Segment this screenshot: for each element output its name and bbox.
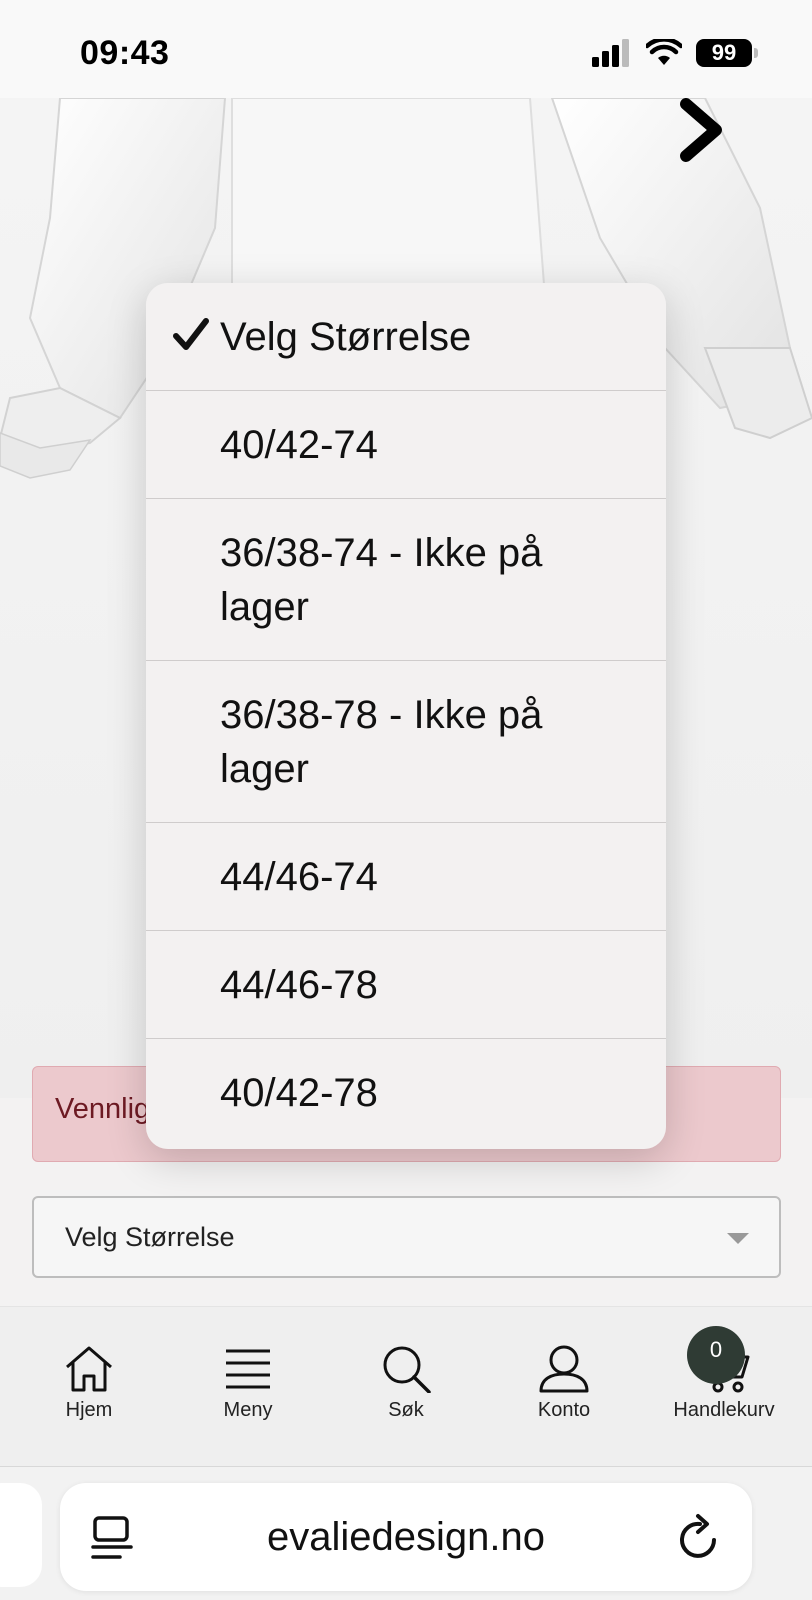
nav-label-cart: Handlekurv bbox=[673, 1399, 775, 1421]
nav-label-menu: Meny bbox=[223, 1399, 273, 1421]
dropdown-option-label: 36/38-78 - Ikke på lager bbox=[220, 693, 543, 791]
status-time: 09:43 bbox=[80, 34, 170, 72]
nav-label-home: Hjem bbox=[65, 1399, 113, 1421]
size-select-value: Velg Størrelse bbox=[65, 1222, 235, 1252]
url-bar[interactable]: evaliedesign.no bbox=[60, 1483, 752, 1591]
size-dropdown-menu: Velg Størrelse 40/42-74 36/38-74 - Ikke … bbox=[146, 283, 666, 1149]
dropdown-option-label: 36/38-74 - Ikke på lager bbox=[220, 531, 543, 629]
menu-icon bbox=[226, 1349, 270, 1389]
dropdown-option-label: 40/42-74 bbox=[220, 423, 378, 467]
nav-item-menu[interactable]: Meny bbox=[178, 1345, 318, 1422]
chevron-down-icon bbox=[727, 1233, 749, 1244]
wifi-icon bbox=[646, 39, 682, 65]
chevron-right-icon[interactable] bbox=[672, 98, 732, 168]
user-icon bbox=[539, 1345, 589, 1393]
nav-item-account[interactable]: Konto bbox=[494, 1345, 634, 1422]
nav-label-search: Søk bbox=[388, 1399, 424, 1421]
dropdown-option-36-38-78[interactable]: 36/38-78 - Ikke på lager bbox=[146, 661, 666, 823]
nav-label-account: Konto bbox=[537, 1399, 591, 1421]
previous-tab-preview[interactable] bbox=[0, 1483, 42, 1587]
dropdown-option-velg[interactable]: Velg Størrelse bbox=[146, 283, 666, 391]
size-select[interactable]: Velg Størrelse bbox=[32, 1196, 781, 1278]
browser-bar: evaliedesign.no bbox=[0, 1466, 812, 1600]
url-text[interactable]: evaliedesign.no bbox=[60, 1515, 752, 1560]
dropdown-option-label: 44/46-74 bbox=[220, 855, 378, 899]
bottom-nav: Hjem Meny Søk Konto Handlekurv bbox=[0, 1306, 812, 1466]
signal-icon bbox=[592, 39, 629, 67]
nav-item-search[interactable]: Søk bbox=[336, 1345, 476, 1422]
status-bar: 09:43 99 bbox=[0, 0, 812, 98]
status-icons: 99 bbox=[592, 38, 758, 68]
dropdown-option-40-42-78[interactable]: 40/42-78 bbox=[146, 1039, 666, 1149]
dropdown-option-44-46-78[interactable]: 44/46-78 bbox=[146, 931, 666, 1039]
home-icon bbox=[66, 1346, 112, 1392]
cart-count-badge[interactable]: 0 bbox=[687, 1326, 745, 1384]
dropdown-option-label: 44/46-78 bbox=[220, 963, 378, 1007]
battery-level: 99 bbox=[711, 40, 737, 65]
dropdown-option-36-38-74[interactable]: 36/38-74 - Ikke på lager bbox=[146, 499, 666, 661]
reload-icon[interactable] bbox=[676, 1513, 722, 1563]
battery-icon: 99 bbox=[696, 39, 758, 67]
dropdown-option-label: Velg Størrelse bbox=[220, 315, 472, 359]
dropdown-option-label: 40/42-78 bbox=[220, 1071, 378, 1115]
dropdown-option-44-46-74[interactable]: 44/46-74 bbox=[146, 823, 666, 931]
checkmark-icon bbox=[173, 318, 209, 350]
nav-item-home[interactable]: Hjem bbox=[19, 1345, 159, 1422]
search-icon bbox=[383, 1346, 431, 1393]
dropdown-option-40-42-74[interactable]: 40/42-74 bbox=[146, 391, 666, 499]
